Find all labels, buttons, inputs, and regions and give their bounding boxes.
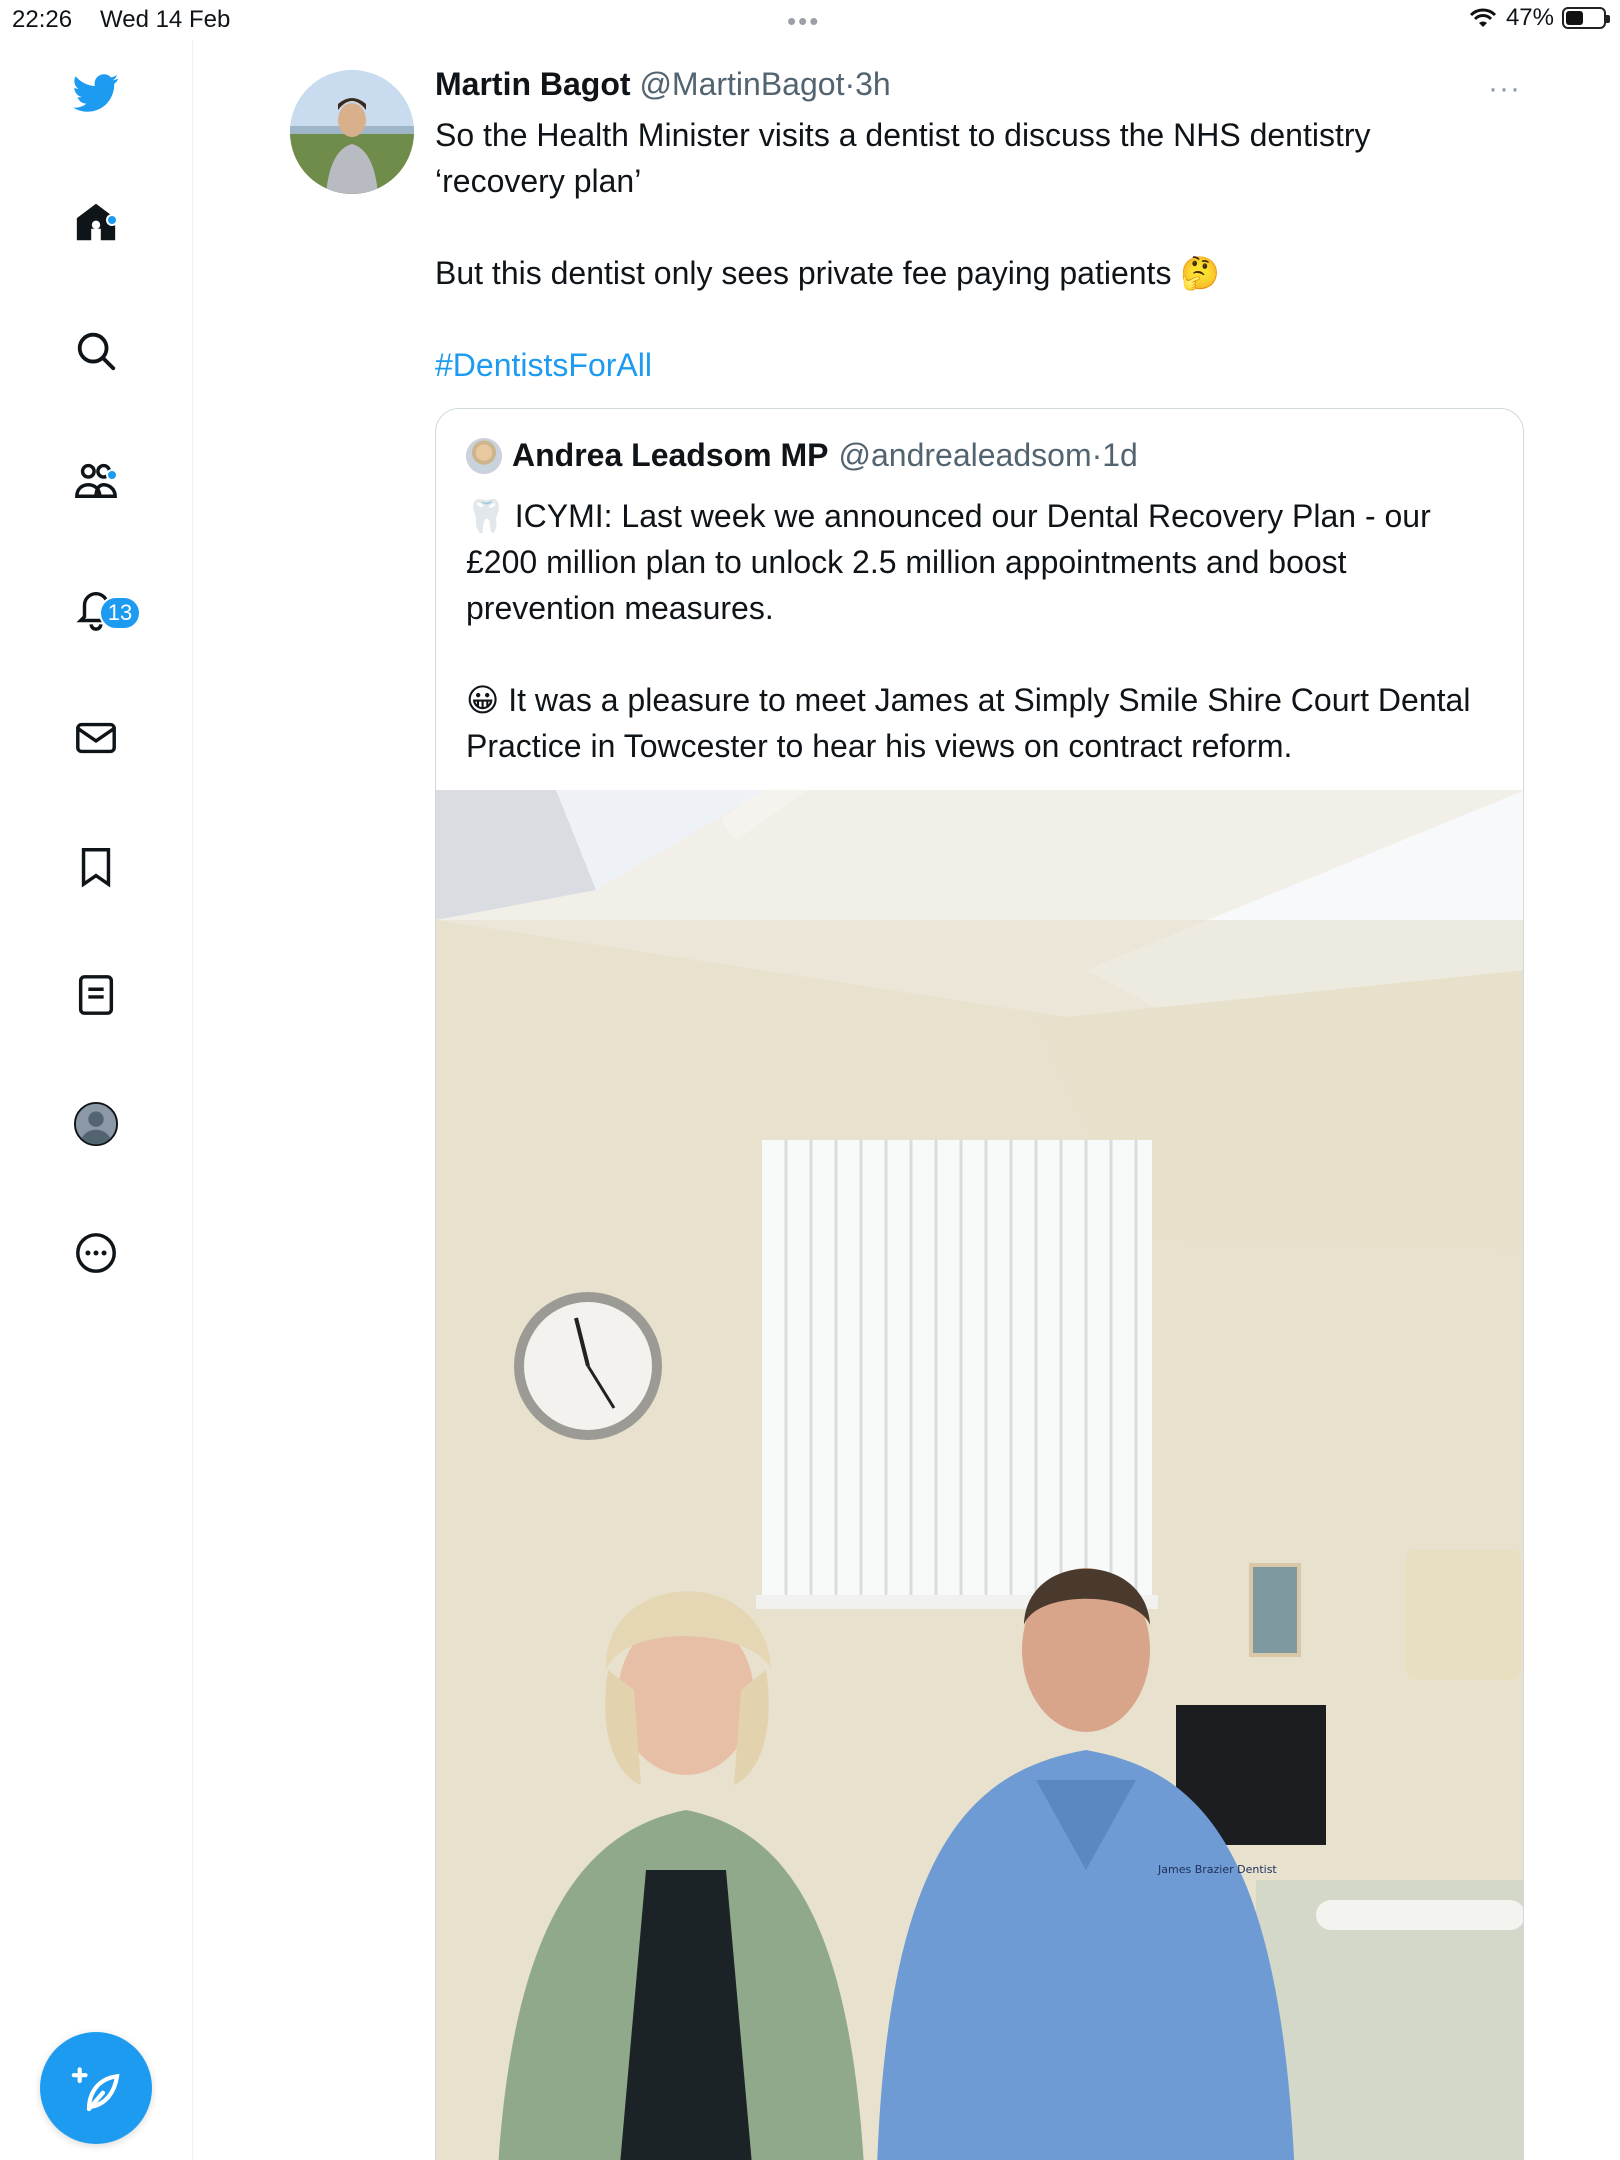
home-notification-dot (106, 214, 118, 226)
status-bar: 22:26 Wed 14 Feb ••• 47% (0, 0, 1620, 40)
quoted-paragraph-2-row: 😀 It was a pleasure to meet James at Sim… (466, 677, 1496, 769)
quoted-author-avatar[interactable] (466, 437, 502, 474)
more-icon[interactable] (71, 1228, 121, 1278)
tweet-body: So the Health Minister visits a dentist … (435, 112, 1495, 434)
tweet-time[interactable]: 3h (855, 66, 891, 102)
quoted-paragraph-1: ICYMI: Last week we announced our Dental… (466, 498, 1431, 626)
sidebar-nav: 13 (0, 40, 193, 2160)
messages-icon[interactable] (71, 713, 121, 763)
quoted-tweet-time[interactable]: 1d (1102, 437, 1138, 473)
status-right: 47% (1468, 4, 1610, 32)
author-handle[interactable]: @MartinBagot (639, 66, 844, 102)
compose-tweet-button[interactable] (40, 2032, 152, 2144)
quoted-author-name[interactable]: Andrea Leadsom MP (512, 437, 829, 474)
search-icon[interactable] (71, 326, 121, 376)
twitter-logo-icon[interactable] (71, 67, 121, 117)
thinking-face-emoji: 🤔 (1180, 254, 1221, 292)
tweet-more-menu-icon[interactable]: ··· (1488, 72, 1521, 106)
quoted-tweet[interactable]: Andrea Leadsom MP @andrealeadsom·1d 🦷 IC… (435, 408, 1524, 2160)
notifications-badge: 13 (99, 596, 141, 630)
status-date: Wed 14 Feb (100, 6, 231, 33)
bookmarks-icon[interactable] (71, 842, 121, 892)
quoted-meta-separator: · (1091, 437, 1103, 473)
tweet-header: Martin Bagot @MartinBagot·3h (435, 66, 891, 103)
quoted-tweet-body: 🦷 ICYMI: Last week we announced our Dent… (466, 493, 1496, 815)
battery-percent: 47% (1505, 4, 1554, 31)
tweet-paragraph-1: So the Health Minister visits a dentist … (435, 117, 1371, 199)
grinning-face-emoji: 😀 (466, 681, 500, 719)
battery-icon (1562, 7, 1610, 29)
quoted-tweet-header: Andrea Leadsom MP @andrealeadsom·1d (466, 437, 1138, 474)
tweet-paragraph-2-row: But this dentist only sees private fee p… (435, 250, 1495, 296)
tooth-emoji: 🦷 (466, 497, 506, 535)
status-time: 22:26 (12, 6, 73, 33)
author-avatar[interactable] (290, 70, 414, 194)
wifi-icon (1469, 8, 1497, 27)
scrubs-embroidery: James Brazier Dentist (1157, 1863, 1277, 1876)
profile-icon[interactable] (71, 1099, 121, 1149)
communities-notification-dot (106, 469, 118, 481)
quoted-paragraph-2: It was a pleasure to meet James at Simpl… (466, 682, 1471, 764)
hashtag-link[interactable]: #DentistsForAll (435, 347, 652, 383)
tweet-paragraph-2: But this dentist only sees private fee p… (435, 255, 1172, 291)
quoted-paragraph-1-row: 🦷 ICYMI: Last week we announced our Dent… (466, 493, 1496, 631)
quoted-author-meta: @andrealeadsom·1d (839, 437, 1138, 474)
multitasking-dots-icon[interactable]: ••• (787, 6, 820, 37)
meta-separator: · (844, 66, 856, 102)
compose-tweet-icon (71, 2067, 120, 2112)
lists-icon[interactable] (71, 970, 121, 1020)
author-name[interactable]: Martin Bagot (435, 66, 631, 102)
quoted-tweet-photo[interactable]: James Brazier Dentist (436, 790, 1523, 2160)
quoted-author-handle[interactable]: @andrealeadsom (839, 437, 1092, 473)
